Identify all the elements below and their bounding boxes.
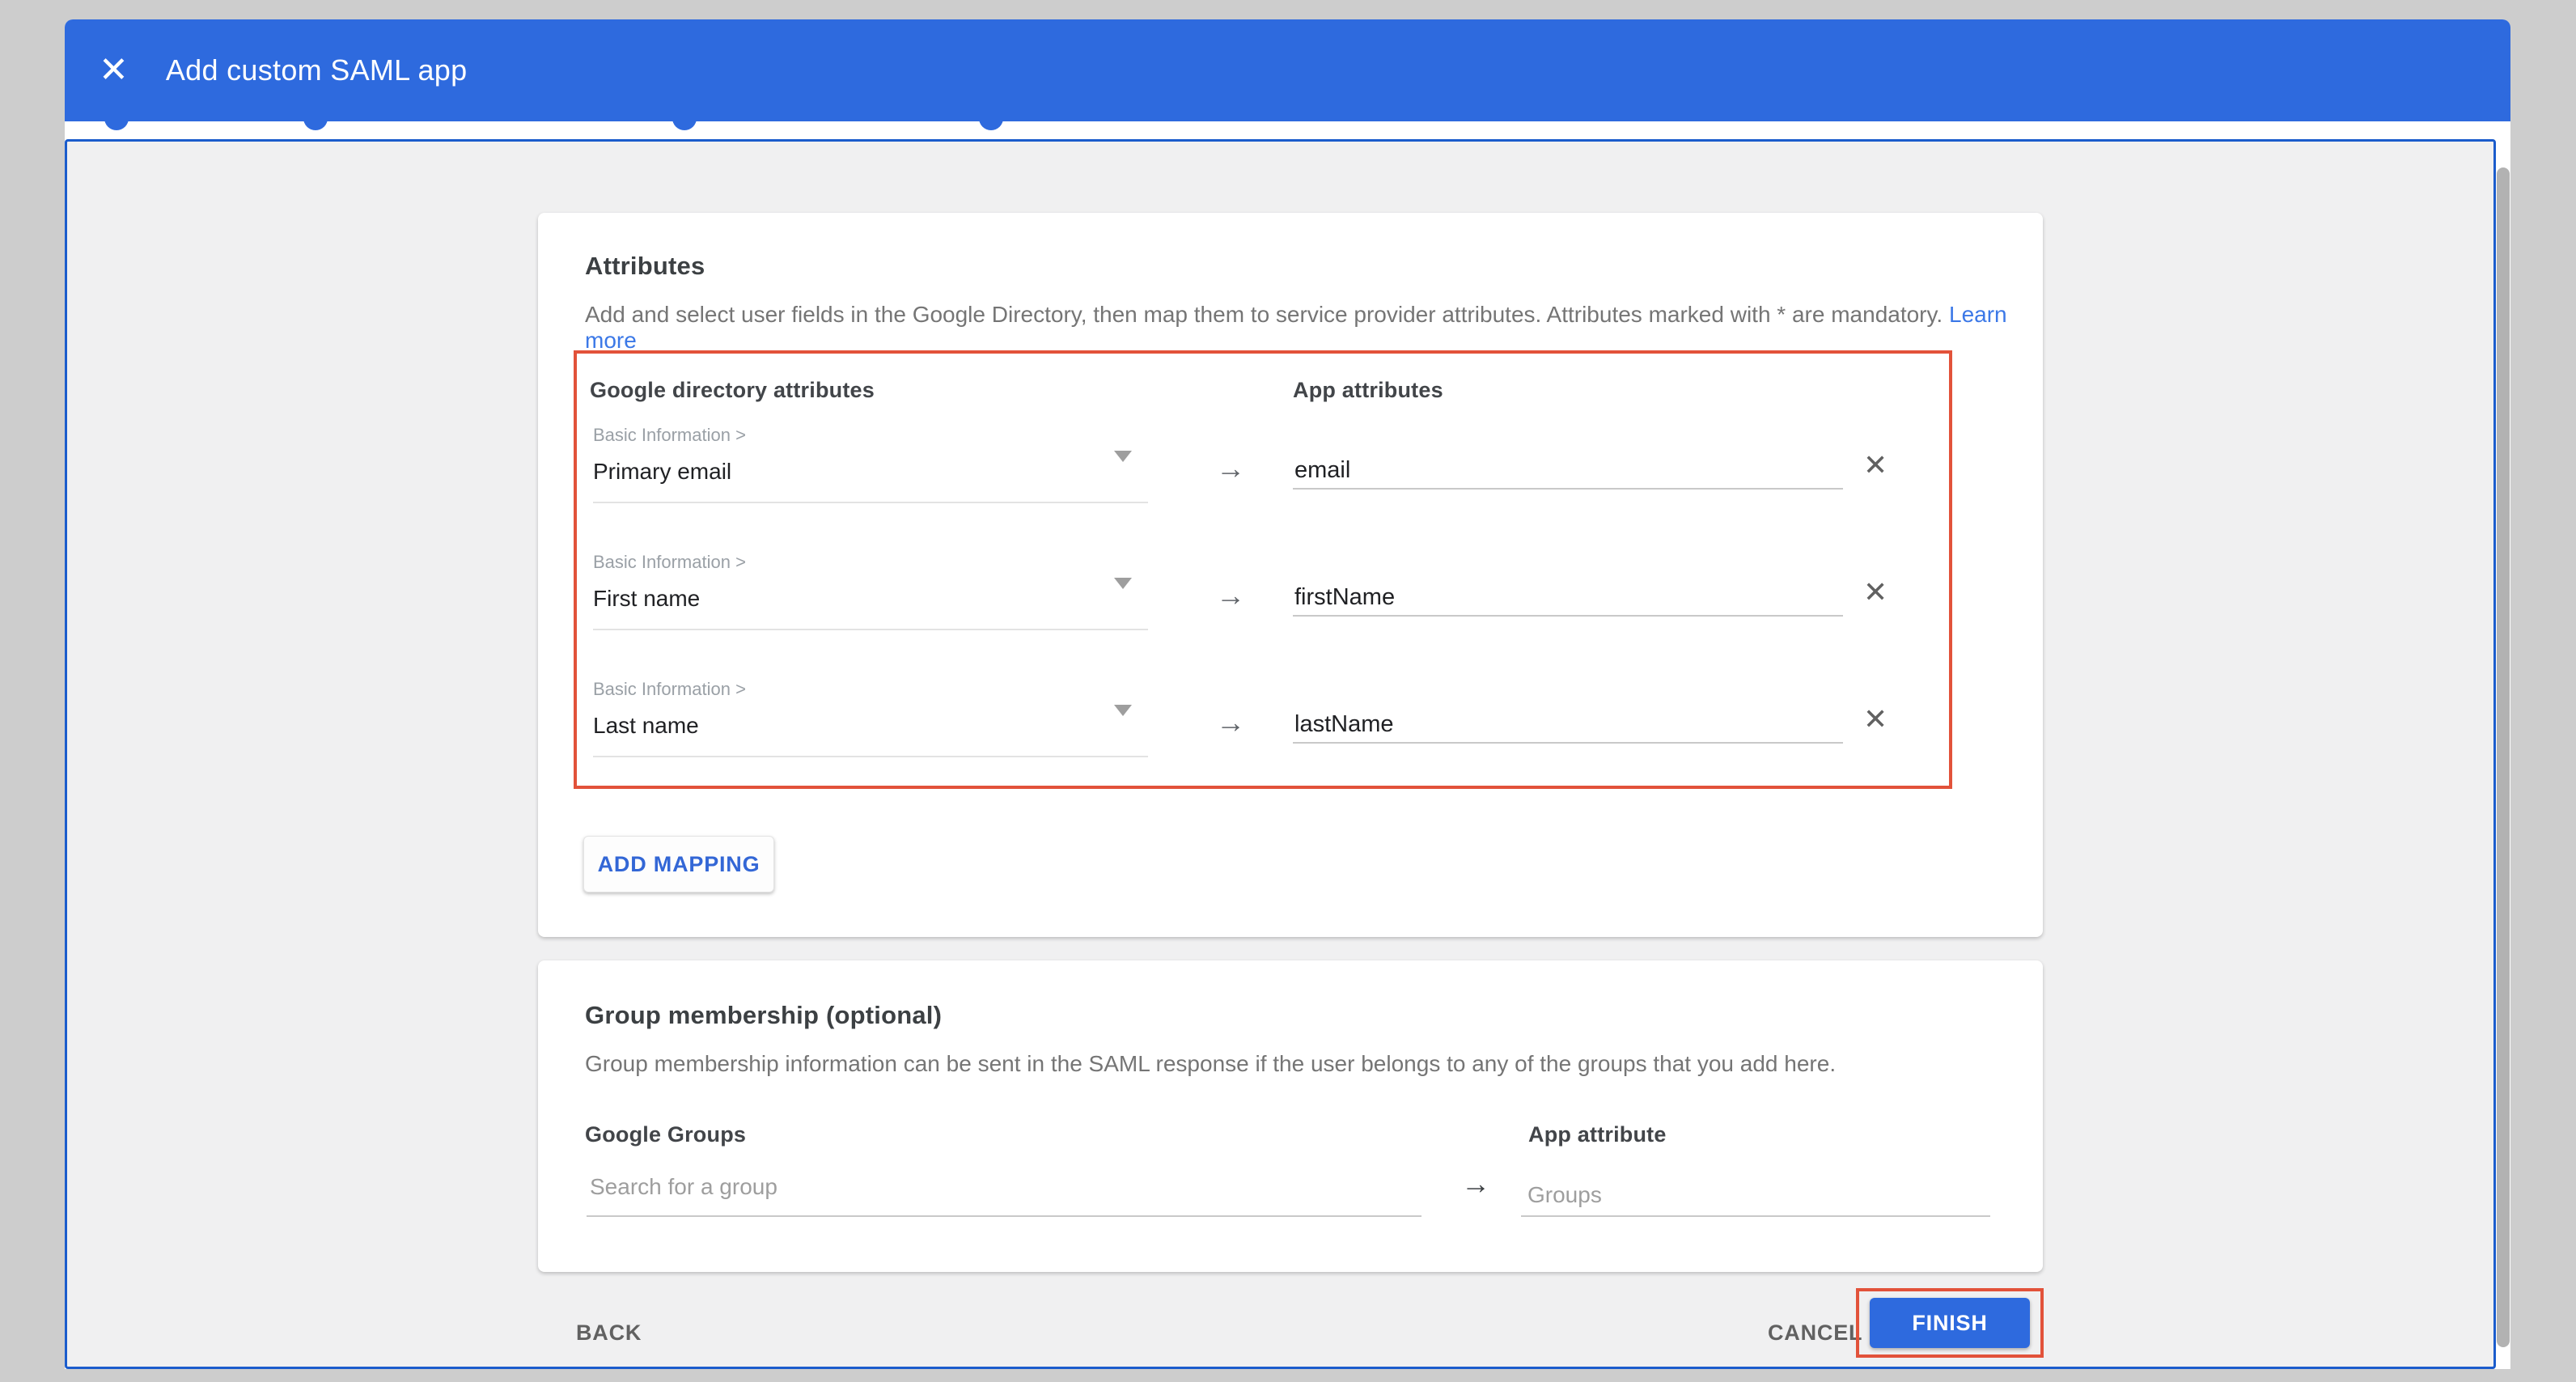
finish-button[interactable]: FINISH: [1870, 1298, 2030, 1348]
remove-mapping-icon[interactable]: ✕: [1863, 578, 1888, 607]
add-mapping-button[interactable]: ADD MAPPING: [583, 836, 774, 892]
chevron-down-icon[interactable]: [1114, 578, 1132, 589]
mapping-row: Basic Information > Primary email → emai…: [577, 425, 1949, 546]
stepper-strip: [65, 121, 2510, 139]
finish-highlight-box: FINISH: [1856, 1288, 2044, 1358]
directory-field-select[interactable]: Last name: [593, 713, 699, 739]
directory-category-label: Basic Information >: [593, 679, 746, 700]
remove-mapping-icon[interactable]: ✕: [1863, 451, 1888, 480]
vertical-scrollbar[interactable]: [2497, 167, 2510, 1347]
dialog-title: Add custom SAML app: [166, 53, 468, 87]
google-groups-header: Google Groups: [585, 1122, 746, 1147]
chevron-down-icon[interactable]: [1114, 451, 1132, 462]
app-attributes-header: App attributes: [1293, 378, 1443, 403]
cancel-button[interactable]: CANCEL: [1768, 1321, 1862, 1346]
attributes-card: Attributes Add and select user fields in…: [538, 213, 2043, 937]
attributes-description: Add and select user fields in the Google…: [585, 302, 2043, 354]
back-button[interactable]: BACK: [576, 1321, 642, 1346]
group-membership-title: Group membership (optional): [585, 1001, 942, 1030]
arrow-right-icon: →: [1216, 454, 1245, 483]
input-underline: [587, 1215, 1421, 1217]
attributes-title: Attributes: [585, 252, 705, 281]
dialog-header: ✕ Add custom SAML app: [65, 19, 2510, 121]
select-underline: [593, 629, 1148, 630]
input-underline: [1293, 488, 1843, 490]
remove-mapping-icon[interactable]: ✕: [1863, 705, 1888, 734]
mapping-row: Basic Information > Last name → lastName…: [577, 679, 1949, 800]
group-membership-card: Group membership (optional) Group member…: [538, 960, 2043, 1272]
mapping-highlight-box: Google directory attributes App attribut…: [574, 350, 1952, 789]
group-membership-description: Group membership information can be sent…: [585, 1051, 1836, 1077]
stepper-dot: [303, 121, 328, 130]
attributes-description-text: Add and select user fields in the Google…: [585, 302, 1949, 327]
app-attribute-input[interactable]: lastName: [1294, 711, 1394, 738]
google-directory-attributes-header: Google directory attributes: [590, 378, 875, 403]
stepper-dot: [104, 121, 129, 130]
arrow-right-icon: →: [1461, 1169, 1490, 1198]
input-underline: [1521, 1215, 1990, 1217]
directory-field-select[interactable]: First name: [593, 586, 700, 612]
select-underline: [593, 502, 1148, 503]
groups-attribute-input[interactable]: Groups: [1527, 1182, 1602, 1208]
arrow-right-icon: →: [1216, 708, 1245, 737]
input-underline: [1293, 742, 1843, 744]
mapping-row: Basic Information > First name → firstNa…: [577, 552, 1949, 673]
group-search-input[interactable]: Search for a group: [590, 1174, 777, 1200]
arrow-right-icon: →: [1216, 581, 1245, 610]
select-underline: [593, 756, 1148, 757]
stepper-dot: [979, 121, 1003, 130]
dialog-content: Attributes Add and select user fields in…: [65, 139, 2496, 1369]
input-underline: [1293, 615, 1843, 617]
close-icon[interactable]: ✕: [99, 53, 129, 88]
app-attribute-input[interactable]: firstName: [1294, 584, 1395, 611]
app-attribute-input[interactable]: email: [1294, 457, 1350, 484]
chevron-down-icon[interactable]: [1114, 705, 1132, 716]
directory-category-label: Basic Information >: [593, 552, 746, 573]
add-custom-saml-app-dialog: ✕ Add custom SAML app Attributes Add and…: [65, 19, 2510, 1369]
stepper-dot: [672, 121, 697, 130]
directory-category-label: Basic Information >: [593, 425, 746, 446]
app-attribute-header: App attribute: [1528, 1122, 1667, 1147]
directory-field-select[interactable]: Primary email: [593, 459, 731, 485]
